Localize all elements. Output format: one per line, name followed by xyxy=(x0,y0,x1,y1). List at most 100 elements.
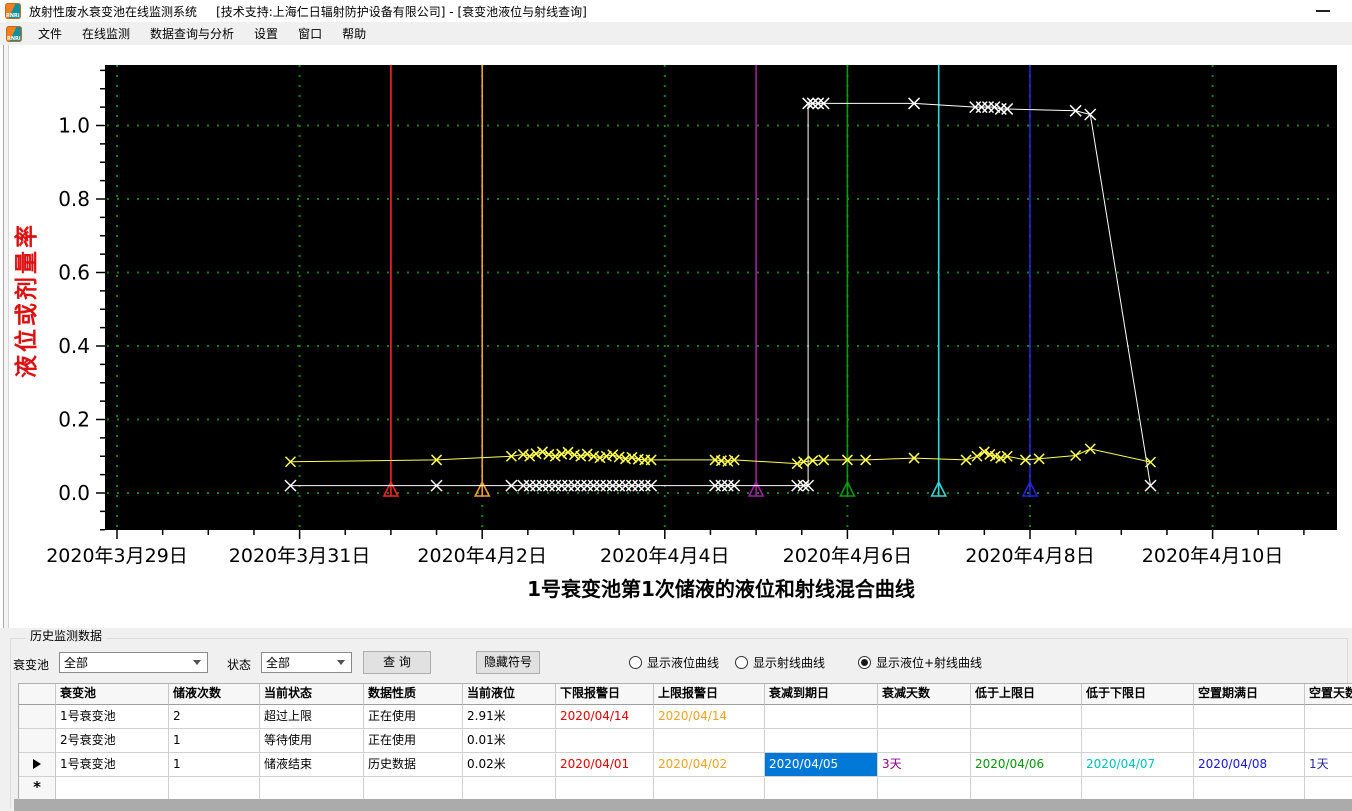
table-cell[interactable] xyxy=(260,777,364,800)
table-row[interactable]: 2号衰变池 1 等待使用 正在使用 0.01米 xyxy=(19,729,1352,753)
table-footer-strip xyxy=(14,799,1352,811)
table-cell[interactable]: 3天 xyxy=(878,753,971,777)
table-cell[interactable] xyxy=(878,777,971,800)
column-header[interactable]: 低于下限日 xyxy=(1082,684,1194,705)
table-cell[interactable]: 超过上限 xyxy=(260,705,364,729)
table-row[interactable]: 1号衰变池 2 超过上限 正在使用 2.91米 2020/04/14 2020/04/14 xyxy=(19,705,1352,729)
table-cell[interactable] xyxy=(765,705,878,729)
radio-icon xyxy=(735,656,748,669)
table-cell[interactable] xyxy=(971,729,1082,753)
table-cell[interactable] xyxy=(765,729,878,753)
table-cell[interactable]: 2020/04/02 xyxy=(654,753,765,777)
table-cell[interactable] xyxy=(1305,729,1352,753)
table-cell[interactable]: 2020/04/01 xyxy=(556,753,654,777)
table-cell[interactable]: 正在使用 xyxy=(364,705,463,729)
column-header[interactable]: 数据性质 xyxy=(364,684,463,705)
status-select-value: 全部 xyxy=(266,656,291,670)
column-header[interactable]: 当前状态 xyxy=(260,684,364,705)
column-header[interactable]: 衰减到期日 xyxy=(765,684,878,705)
table-cell[interactable]: 储液结束 xyxy=(260,753,364,777)
table-cell[interactable]: 1天 xyxy=(1305,753,1352,777)
table-cell[interactable] xyxy=(1082,777,1194,800)
table-cell[interactable] xyxy=(878,705,971,729)
status-select[interactable]: 全部 xyxy=(261,652,352,673)
menu-item[interactable]: 文件 xyxy=(31,22,69,45)
new-row-star-icon: * xyxy=(33,778,41,796)
table-cell[interactable]: 2020/04/05 xyxy=(765,753,878,777)
menu-item[interactable]: 设置 xyxy=(247,22,285,45)
y-axis-title: 液位或剂量率 xyxy=(13,222,40,378)
column-header[interactable]: 上限报警日 xyxy=(654,684,765,705)
curve-radio[interactable]: 显示液位+射线曲线 xyxy=(858,654,982,671)
new-row[interactable]: * xyxy=(19,777,1352,800)
table-cell[interactable]: 1 xyxy=(169,753,260,777)
table-cell[interactable]: 1 xyxy=(169,729,260,753)
table-cell[interactable]: 2020/04/07 xyxy=(1082,753,1194,777)
menu-item[interactable]: 在线监测 xyxy=(75,22,137,45)
header-selector xyxy=(19,684,56,705)
table-cell[interactable]: 等待使用 xyxy=(260,729,364,753)
table-cell[interactable] xyxy=(1305,777,1352,800)
hide-symbols-button[interactable]: 隐藏符号 xyxy=(476,651,540,674)
row-selector[interactable] xyxy=(19,753,56,777)
table-cell[interactable] xyxy=(765,777,878,800)
row-selector[interactable] xyxy=(19,705,56,729)
table-cell[interactable] xyxy=(878,729,971,753)
table-cell[interactable] xyxy=(364,777,463,800)
table-cell[interactable] xyxy=(1082,705,1194,729)
table-cell[interactable] xyxy=(654,777,765,800)
radio-label: 显示液位+射线曲线 xyxy=(876,656,983,670)
history-panel: 历史监测数据 衰变池 全部 状态 全部 查 询 隐藏符号 显示液位曲线 显示射线曲… xyxy=(0,628,1352,811)
curve-radio[interactable]: 显示液位曲线 xyxy=(629,654,719,671)
minimize-icon[interactable] xyxy=(1316,10,1330,12)
table-cell[interactable] xyxy=(1305,705,1352,729)
table-cell[interactable] xyxy=(1194,777,1305,800)
table-cell[interactable] xyxy=(1082,729,1194,753)
table-cell[interactable] xyxy=(1194,705,1305,729)
table-cell[interactable] xyxy=(556,729,654,753)
column-header[interactable]: 空置天数 xyxy=(1305,684,1352,705)
table-cell[interactable] xyxy=(556,777,654,800)
table-cell[interactable]: 2020/04/08 xyxy=(1194,753,1305,777)
y-tick-label: 0.0 xyxy=(58,481,90,505)
column-header[interactable]: 储液次数 xyxy=(169,684,260,705)
table-cell[interactable]: 0.01米 xyxy=(463,729,556,753)
query-button[interactable]: 查 询 xyxy=(363,651,431,674)
column-header[interactable]: 空置期满日 xyxy=(1194,684,1305,705)
table-cell[interactable]: 1号衰变池 xyxy=(56,705,169,729)
table-row[interactable]: 1号衰变池 1 储液结束 历史数据 0.02米 2020/04/01 2020/04/02 2… xyxy=(19,753,1352,777)
radio-label: 显示射线曲线 xyxy=(753,656,826,670)
table-cell[interactable]: 1号衰变池 xyxy=(56,753,169,777)
app-logo-icon xyxy=(5,3,21,19)
table-cell[interactable]: 0.02米 xyxy=(463,753,556,777)
table-cell[interactable]: 正在使用 xyxy=(364,729,463,753)
x-tick-label: 2020年3月29日 xyxy=(46,545,188,567)
row-selector[interactable]: * xyxy=(19,777,56,800)
column-header[interactable]: 衰变池 xyxy=(56,684,169,705)
menu-item[interactable]: 帮助 xyxy=(335,22,373,45)
table-cell[interactable]: 2020/04/14 xyxy=(556,705,654,729)
table-cell[interactable] xyxy=(654,729,765,753)
chevron-down-icon xyxy=(337,660,345,665)
table-cell[interactable]: 2020/04/06 xyxy=(971,753,1082,777)
table-cell[interactable] xyxy=(169,777,260,800)
menu-item[interactable]: 窗口 xyxy=(291,22,329,45)
row-selector[interactable] xyxy=(19,729,56,753)
table-cell[interactable] xyxy=(56,777,169,800)
table-cell[interactable]: 2020/04/14 xyxy=(654,705,765,729)
column-header[interactable]: 衰减天数 xyxy=(878,684,971,705)
table-cell[interactable]: 2.91米 xyxy=(463,705,556,729)
table-cell[interactable] xyxy=(463,777,556,800)
table-cell[interactable] xyxy=(971,777,1082,800)
table-cell[interactable]: 历史数据 xyxy=(364,753,463,777)
column-header[interactable]: 当前液位 xyxy=(463,684,556,705)
column-header[interactable]: 低于上限日 xyxy=(971,684,1082,705)
table-cell[interactable]: 2号衰变池 xyxy=(56,729,169,753)
menu-item[interactable]: 数据查询与分析 xyxy=(143,22,241,45)
pool-select[interactable]: 全部 xyxy=(59,652,208,673)
table-cell[interactable] xyxy=(1194,729,1305,753)
column-header[interactable]: 下限报警日 xyxy=(556,684,654,705)
table-cell[interactable]: 2 xyxy=(169,705,260,729)
table-cell[interactable] xyxy=(971,705,1082,729)
curve-radio[interactable]: 显示射线曲线 xyxy=(735,654,825,671)
